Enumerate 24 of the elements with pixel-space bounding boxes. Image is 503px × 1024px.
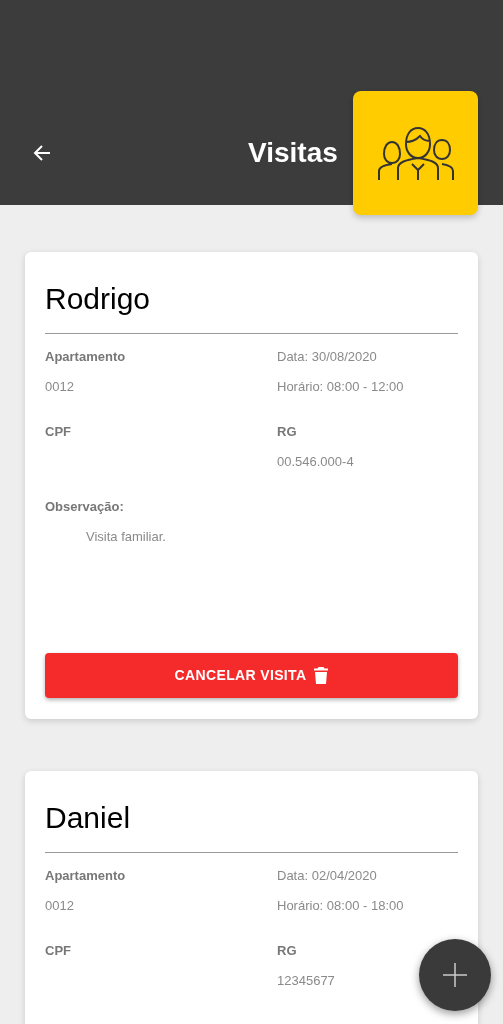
field-value: Visita familiar. xyxy=(86,529,166,544)
field-value: 12345677 xyxy=(277,973,335,988)
field-value: Horário: 08:00 - 18:00 xyxy=(277,898,404,913)
field-label: RG xyxy=(277,424,297,439)
field-label: CPF xyxy=(45,943,71,958)
field-label: Apartamento xyxy=(45,349,126,364)
field-value: Data: 02/04/2020 xyxy=(277,868,377,883)
field-value: 00.546.000-4 xyxy=(277,454,354,469)
field-label: RG xyxy=(277,943,297,958)
visitor-name: Rodrigo xyxy=(45,282,151,315)
field-label: Observação: xyxy=(45,499,124,514)
field-label: Apartamento xyxy=(45,868,126,883)
field-label: CPF xyxy=(45,424,71,439)
cancel-visit-button[interactable]: CANCELAR VISITA xyxy=(45,653,458,698)
visitor-name: Daniel xyxy=(45,801,131,834)
people-group-icon xyxy=(375,124,456,182)
page-title: Visitas xyxy=(248,135,338,170)
back-arrow-icon xyxy=(32,142,52,163)
field-value: Horário: 08:00 - 12:00 xyxy=(277,379,404,394)
plus-icon xyxy=(443,963,467,987)
trash-icon xyxy=(314,667,329,684)
field-value: 0012 xyxy=(45,379,74,394)
field-value: Data: 30/08/2020 xyxy=(277,349,377,364)
field-value: 0012 xyxy=(45,898,74,913)
